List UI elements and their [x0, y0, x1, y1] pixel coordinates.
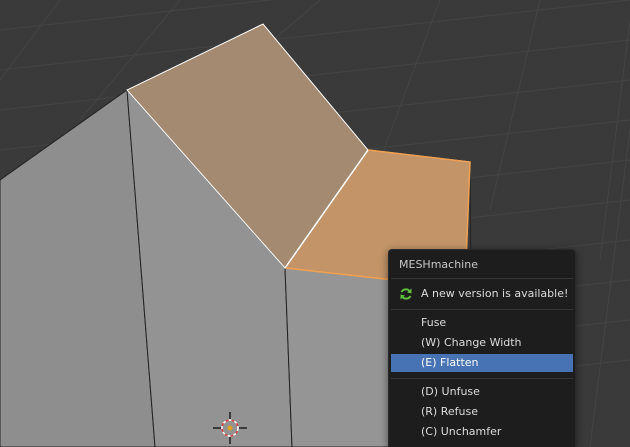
menu-separator [391, 378, 573, 379]
menu-item-change-width[interactable]: (W) Change Width [391, 334, 573, 352]
menu-item-fuse[interactable]: Fuse [391, 314, 573, 332]
update-notice[interactable]: A new version is available! [391, 285, 573, 303]
menu-item-flatten[interactable]: (E) Flatten [391, 354, 573, 372]
menu-item-label: (R) Refuse [421, 405, 478, 418]
menu-item-label: Fuse [421, 316, 447, 329]
menu-item-unfuse[interactable]: (D) Unfuse [391, 383, 573, 401]
update-notice-label: A new version is available! [421, 287, 569, 300]
menu-item-label: (D) Unfuse [421, 385, 480, 398]
menu-item-label: (C) Unchamfer [421, 425, 502, 438]
menu-item-label: (E) Flatten [421, 356, 479, 369]
meshmachine-menu: MESHmachine A new version is available! … [388, 249, 576, 447]
menu-item-refuse[interactable]: (R) Refuse [391, 403, 573, 421]
menu-separator [391, 278, 573, 279]
refresh-icon [400, 288, 412, 300]
menu-item-label: (W) Change Width [421, 336, 522, 349]
menu-title: MESHmachine [399, 258, 478, 271]
3d-viewport[interactable]: MESHmachine A new version is available! … [0, 0, 630, 447]
menu-separator [391, 309, 573, 310]
menu-item-unchamfer[interactable]: (C) Unchamfer [391, 423, 573, 441]
